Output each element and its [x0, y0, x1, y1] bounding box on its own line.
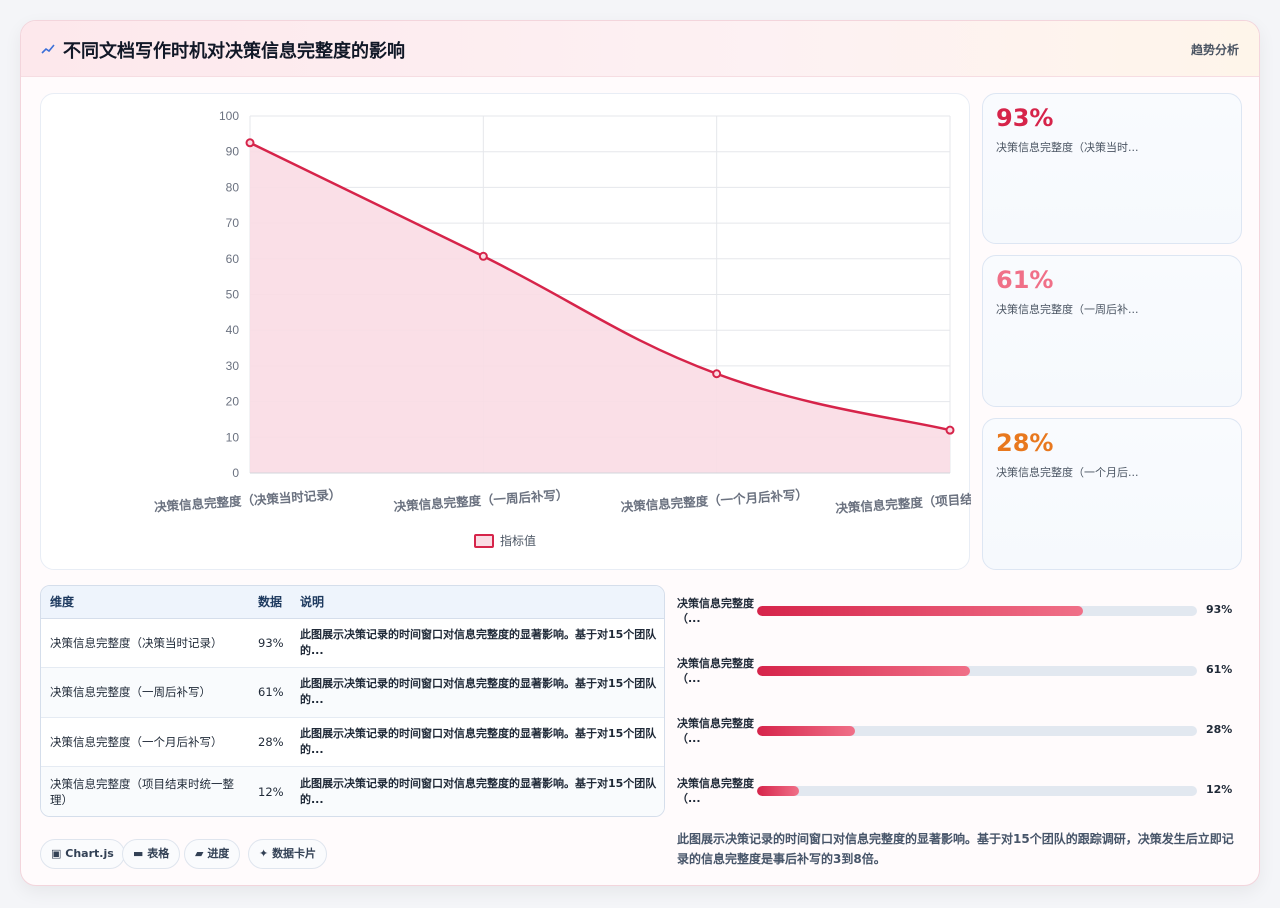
table-row: 决策信息完整度（一个月后补写） 28% 此图展示决策记录的时间窗口对信息完整度的…: [41, 717, 664, 767]
cell-value: 28%: [249, 717, 291, 767]
pill-progress[interactable]: ▰ 进度: [184, 839, 241, 869]
progress-value: 12%: [1206, 783, 1233, 796]
pill-label: Chart.js: [65, 847, 114, 860]
progress-label: 决策信息完整度（...: [677, 777, 754, 805]
table-row: 决策信息完整度（一周后补写） 61% 此图展示决策记录的时间窗口对信息完整度的显…: [41, 667, 664, 718]
x-tick-label: 决策信息完整度（一个月后补写）: [620, 486, 808, 514]
page-title: 不同文档写作时机对决策信息完整度的影响: [63, 41, 405, 62]
data-point: [478, 251, 488, 261]
pill-label: 表格: [147, 847, 170, 860]
progress-item: 决策信息完整度（... 61%: [677, 656, 1247, 696]
data-point: [245, 138, 255, 148]
y-tick-label: 20: [226, 395, 240, 409]
cell-dimension: 决策信息完整度（一个月后补写）: [41, 717, 249, 767]
progress-fill: [757, 606, 1083, 616]
progress-value: 61%: [1206, 663, 1233, 676]
stat-label: 决策信息完整度（决策当时...: [996, 141, 1139, 154]
y-tick-label: 40: [226, 323, 240, 337]
cell-dimension: 决策信息完整度（决策当时记录）: [41, 618, 249, 668]
line-chart: 0 10 20 30 40 50 60 70 80 90 100 决策信息完整度（决策当时记录） 决策信…: [154, 109, 971, 548]
pill-label: 进度: [207, 847, 230, 860]
y-tick-label: 50: [226, 288, 240, 302]
line-chart-panel: 0 10 20 30 40 50 60 70 80 90 100 决策信息完整度（决策当时记录） 决策信…: [40, 93, 971, 570]
stat-card-2: 61% 决策信息完整度（一周后补...: [982, 255, 1242, 407]
progress-fill: [757, 726, 855, 736]
x-tick-label: 决策信息完整度（决策当时记录）: [154, 486, 342, 514]
legend-swatch: [474, 534, 494, 548]
column-header-description: 说明: [291, 586, 664, 619]
card-header: 不同文档写作时机对决策信息完整度的影响 趋势分析: [21, 21, 1259, 77]
dashboard-card: 不同文档写作时机对决策信息完整度的影响 趋势分析 0 10 20 30 40 50 60 70…: [20, 20, 1260, 886]
trend-line-icon: [41, 44, 55, 54]
progress-track: [757, 726, 1197, 736]
stat-label: 决策信息完整度（一周后补...: [996, 303, 1139, 316]
cell-description: 此图展示决策记录的时间窗口对信息完整度的显著影响。基于对15个团队的...: [291, 717, 664, 767]
cell-dimension: 决策信息完整度（一周后补写）: [41, 667, 249, 718]
progress-item: 决策信息完整度（... 28%: [677, 716, 1247, 756]
progress-icon: ▰: [195, 847, 204, 860]
table-row: 决策信息完整度（项目结束时统一整理） 12% 此图展示决策记录的时间窗口对信息完…: [41, 766, 664, 816]
sparkle-icon: ✦: [259, 847, 269, 860]
progress-label: 决策信息完整度（...: [677, 597, 754, 625]
progress-track: [757, 606, 1197, 616]
series-area-fill: [250, 142, 950, 473]
chart-icon: ▣: [51, 847, 62, 860]
pill-label: 数据卡片: [272, 847, 317, 860]
stat-card-1: 93% 决策信息完整度（决策当时...: [982, 93, 1242, 244]
cell-dimension: 决策信息完整度（项目结束时统一整理）: [50, 776, 234, 807]
y-tick-label: 60: [226, 252, 240, 266]
y-tick-label: 90: [226, 145, 240, 159]
column-header-data: 数据: [249, 586, 291, 619]
data-table: 维度 数据 说明 决策信息完整度（决策当时记录） 93% 此图展示决策记录的时间…: [40, 585, 665, 817]
progress-item: 决策信息完整度（... 93%: [677, 596, 1247, 636]
pill-chartjs[interactable]: ▣ Chart.js: [40, 839, 125, 869]
x-tick-label: 决策信息完整度（项目结束时统一整理）: [835, 485, 971, 516]
progress-track: [757, 666, 1197, 676]
progress-fill: [757, 666, 971, 676]
y-tick-label: 10: [226, 430, 240, 444]
stat-value: 61%: [996, 266, 1054, 294]
table-icon: ▬: [133, 847, 144, 860]
x-tick-label: 决策信息完整度（一周后补写）: [393, 487, 569, 514]
stat-label: 决策信息完整度（一个月后...: [996, 466, 1139, 479]
y-tick-label: 30: [226, 359, 240, 373]
y-tick-label: 0: [232, 466, 239, 480]
legend-label: 指标值: [500, 533, 536, 548]
pill-data-card[interactable]: ✦ 数据卡片: [248, 839, 328, 869]
y-tick-label: 100: [219, 109, 239, 123]
progress-item: 决策信息完整度（... 12%: [677, 776, 1247, 816]
progress-track: [757, 786, 1197, 796]
trend-analysis-link[interactable]: 趋势分析: [1191, 41, 1239, 58]
stat-value: 28%: [996, 429, 1054, 457]
progress-value: 93%: [1206, 603, 1233, 616]
column-header-dimension: 维度: [41, 586, 249, 619]
stat-value: 93%: [996, 104, 1054, 132]
stat-card-3: 28% 决策信息完整度（一个月后...: [982, 418, 1242, 570]
data-point: [945, 425, 955, 435]
progress-label: 决策信息完整度（...: [677, 657, 754, 685]
progress-fill: [757, 786, 799, 796]
table-header-row: 维度 数据 说明: [41, 586, 664, 619]
pill-table[interactable]: ▬ 表格: [122, 839, 181, 869]
data-point: [712, 369, 722, 379]
cell-value: 61%: [249, 667, 291, 718]
summary-text: 此图展示决策记录的时间窗口对信息完整度的显著影响。基于对15个团队的跟踪调研，决…: [677, 832, 1234, 866]
progress-value: 28%: [1206, 723, 1233, 736]
y-tick-label: 70: [226, 216, 240, 230]
cell-description: 此图展示决策记录的时间窗口对信息完整度的显著影响。基于对15个团队的...: [300, 776, 657, 806]
cell-value: 12%: [258, 784, 284, 799]
table-row: 决策信息完整度（决策当时记录） 93% 此图展示决策记录的时间窗口对信息完整度的…: [41, 618, 664, 668]
cell-description: 此图展示决策记录的时间窗口对信息完整度的显著影响。基于对15个团队的...: [291, 667, 664, 718]
y-tick-label: 80: [226, 180, 240, 194]
cell-value: 93%: [249, 618, 291, 668]
progress-label: 决策信息完整度（...: [677, 717, 754, 745]
cell-description: 此图展示决策记录的时间窗口对信息完整度的显著影响。基于对15个团队的...: [291, 618, 664, 668]
